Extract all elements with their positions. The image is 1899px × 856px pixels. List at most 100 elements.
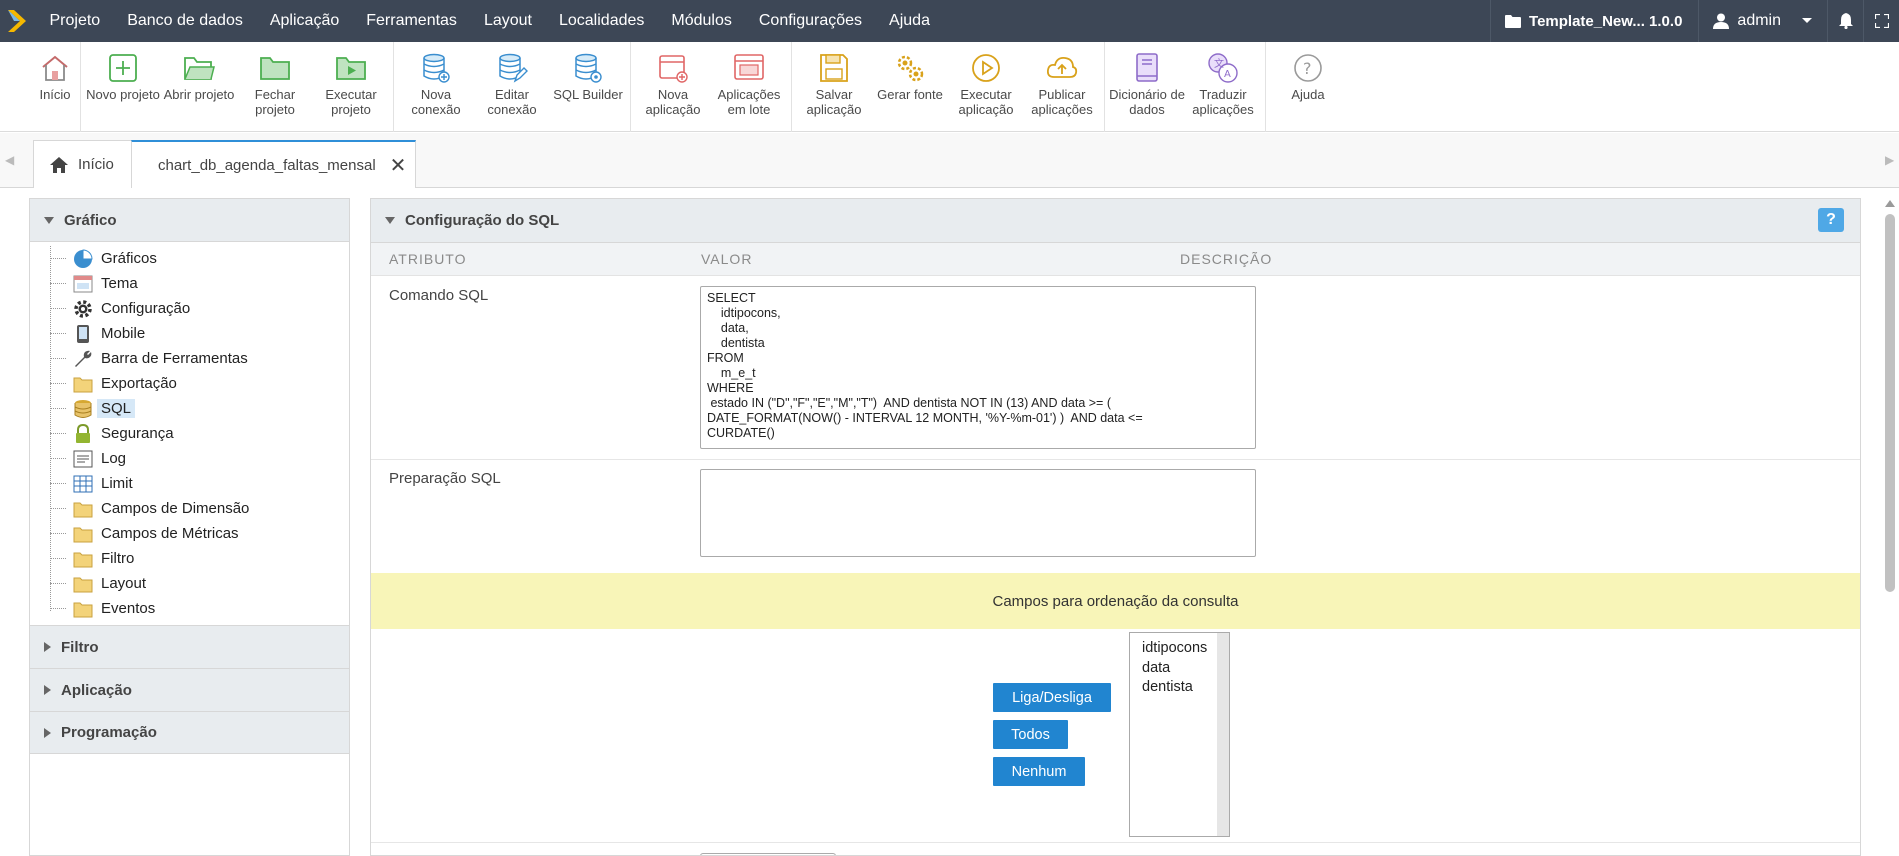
select-all-button[interactable]: Todos — [993, 720, 1068, 749]
sidebar-section-aplicacao[interactable]: Aplicação — [30, 668, 349, 711]
gear-icon — [73, 299, 93, 319]
menu-ferramentas[interactable]: Ferramentas — [353, 0, 471, 42]
run-app-button[interactable]: Executar aplicação — [948, 42, 1024, 132]
folder-icon — [73, 374, 93, 394]
scroll-thumb[interactable] — [1885, 214, 1895, 592]
folder-icon — [73, 549, 93, 569]
menu-projeto[interactable]: Projeto — [36, 0, 114, 42]
sidebar-item-barra-de-ferramentas[interactable]: Barra de Ferramentas — [30, 346, 349, 371]
sidebar-item-seguranca[interactable]: Segurança — [30, 421, 349, 446]
tab-home[interactable]: Início — [33, 140, 133, 188]
user-menu[interactable]: admin — [1698, 0, 1827, 42]
list-item[interactable]: data — [1130, 659, 1229, 679]
menu-layout[interactable]: Layout — [470, 0, 545, 42]
folder-icon — [73, 499, 93, 519]
row-divider — [371, 842, 1860, 843]
tab-chart-app[interactable]: chart_db_agenda_faltas_mensal ✕ — [131, 140, 416, 188]
sidebar-section-programacao[interactable]: Programação — [30, 711, 349, 754]
menu-ajuda[interactable]: Ajuda — [876, 0, 944, 42]
dictionary-icon — [1136, 53, 1158, 82]
sidebar-item-limit[interactable]: Limit — [30, 471, 349, 496]
list-item[interactable]: idtipocons — [1130, 639, 1229, 659]
toolbar-group-apps: Nova aplicação Aplicações em lote — [631, 42, 792, 132]
sidebar-item-tema[interactable]: Tema — [30, 271, 349, 296]
toolbar-group-help: ? Ajuda — [1266, 42, 1350, 132]
home-icon — [42, 55, 68, 81]
run-project-button[interactable]: Executar projeto — [313, 42, 389, 132]
save-app-button[interactable]: Salvar aplicação — [796, 42, 872, 132]
tabs-scroll-right-icon[interactable]: ▶ — [1885, 153, 1894, 167]
sidebar-item-exportacao[interactable]: Exportação — [30, 371, 349, 396]
menu-banco-de-dados[interactable]: Banco de dados — [114, 0, 257, 42]
open-project-button[interactable]: Abrir projeto — [161, 42, 237, 132]
help-button[interactable]: ? Ajuda — [1270, 42, 1346, 132]
current-project[interactable]: Template_New... 1.0.0 — [1490, 0, 1698, 42]
new-app-icon — [659, 55, 688, 83]
translate-apps-button[interactable]: 文A Traduzir aplicações — [1185, 42, 1261, 132]
sidebar-item-filtro[interactable]: Filtro — [30, 546, 349, 571]
listbox-scrollbar[interactable] — [1217, 633, 1229, 836]
svg-text:A: A — [1224, 69, 1231, 80]
collapse-icon — [44, 216, 54, 224]
scroll-up-icon[interactable] — [1885, 200, 1895, 207]
toolbar-group-project: Novo projeto Abrir projeto Fechar projet… — [81, 42, 394, 132]
new-connection-icon — [423, 53, 450, 83]
edit-connection-button[interactable]: Editar conexão — [474, 42, 550, 132]
sidebar-item-campos-de-metricas[interactable]: Campos de Métricas — [30, 521, 349, 546]
tab-home-label: Início — [78, 156, 114, 173]
batch-apps-button[interactable]: Aplicações em lote — [711, 42, 787, 132]
panel-title: Configuração do SQL — [405, 212, 560, 229]
menu-aplicacao[interactable]: Aplicação — [256, 0, 352, 42]
collapse-icon — [385, 217, 395, 224]
menu-localidades[interactable]: Localidades — [545, 0, 657, 42]
list-item[interactable]: dentista — [1130, 678, 1229, 698]
svg-text:?: ? — [1303, 59, 1312, 78]
sidebar-item-eventos[interactable]: Eventos — [30, 596, 349, 621]
user-name: admin — [1737, 12, 1781, 29]
sql-command-textarea[interactable]: SELECT idtipocons, data, dentista FROM m… — [700, 286, 1256, 449]
sidebar-item-graficos[interactable]: Gráficos — [30, 246, 349, 271]
sidebar-item-campos-de-dimensao[interactable]: Campos de Dimensão — [30, 496, 349, 521]
close-project-button[interactable]: Fechar projeto — [237, 42, 313, 132]
user-icon — [1713, 13, 1730, 29]
data-dictionary-button[interactable]: Dicionário de dados — [1109, 42, 1185, 132]
column-desc: DESCRIÇÃO — [1180, 251, 1273, 267]
sql-preparation-label: Preparação SQL — [389, 470, 501, 487]
app-logo-icon[interactable] — [0, 0, 36, 42]
run-app-icon — [972, 54, 1000, 82]
folder-icon — [73, 599, 93, 619]
tab-chart-app-label: chart_db_agenda_faltas_mensal — [158, 156, 376, 174]
home-button[interactable]: Início — [34, 42, 76, 132]
new-project-button[interactable]: Novo projeto — [85, 42, 161, 132]
database-icon — [73, 399, 93, 419]
toolbar-group-tools: Dicionário de dados 文A Traduzir aplicaçõ… — [1105, 42, 1266, 132]
sidebar-section-filtro[interactable]: Filtro — [30, 625, 349, 668]
sidebar-item-mobile[interactable]: Mobile — [30, 321, 349, 346]
new-app-button[interactable]: Nova aplicação — [635, 42, 711, 132]
fullscreen-button[interactable] — [1863, 0, 1899, 42]
menu-modulos[interactable]: Módulos — [658, 0, 745, 42]
panel-help-button[interactable]: ? — [1818, 208, 1844, 232]
toggle-button[interactable]: Liga/Desliga — [993, 683, 1111, 712]
sidebar-item-configuracao[interactable]: Configuração — [30, 296, 349, 321]
panel-header[interactable]: Configuração do SQL ? — [371, 199, 1860, 243]
notifications-button[interactable] — [1827, 0, 1863, 42]
close-tab-icon[interactable]: ✕ — [390, 153, 407, 178]
new-connection-button[interactable]: Nova conexão — [398, 42, 474, 132]
sql-builder-icon — [575, 53, 602, 83]
publish-apps-button[interactable]: Publicar aplicações — [1024, 42, 1100, 132]
order-fields-listbox[interactable]: idtipocons data dentista — [1129, 632, 1230, 837]
tabs-scroll-left-icon[interactable]: ◀ — [5, 153, 14, 167]
select-none-button[interactable]: Nenhum — [993, 757, 1085, 786]
sidebar-item-layout[interactable]: Layout — [30, 571, 349, 596]
sql-preparation-textarea[interactable] — [700, 469, 1256, 557]
mobile-icon — [73, 324, 93, 344]
generate-source-button[interactable]: Gerar fonte — [872, 42, 948, 132]
sidebar-item-log[interactable]: Log — [30, 446, 349, 471]
sidebar-item-sql[interactable]: SQL — [30, 396, 349, 421]
sidebar-section-grafico[interactable]: Gráfico — [30, 199, 349, 242]
menu-configuracoes[interactable]: Configurações — [745, 0, 875, 42]
page-scrollbar[interactable] — [1881, 198, 1899, 856]
log-icon — [73, 449, 93, 469]
sql-builder-button[interactable]: SQL Builder — [550, 42, 626, 132]
